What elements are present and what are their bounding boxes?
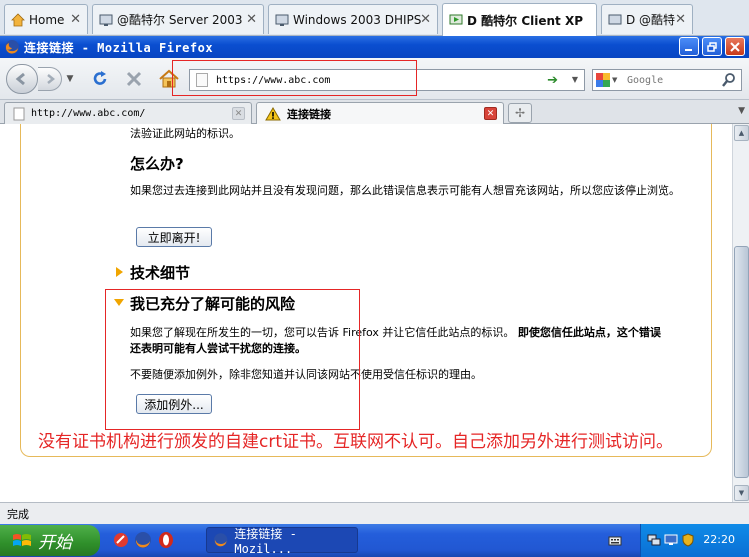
error-text-fragment: 法验证此网站的标识。 — [130, 127, 240, 140]
host-tab-more[interactable]: D @酷特 ✕ — [601, 4, 693, 34]
window-title: 连接链接 - Mozilla Firefox — [24, 40, 214, 55]
expand-arrow-icon[interactable] — [116, 267, 123, 277]
app-icon[interactable] — [112, 531, 130, 549]
tech-details-heading[interactable]: 技术细节 — [130, 262, 190, 283]
host-tab-server-2003[interactable]: @酷特尔 Server 2003 ✕ — [92, 4, 264, 34]
windows-logo-icon — [13, 533, 31, 546]
host-tab-label: D 酷特尔 Client XP — [467, 13, 583, 28]
search-icon[interactable] — [721, 72, 737, 88]
get-me-out-button[interactable]: 立即离开! — [136, 227, 212, 247]
chevron-down-icon[interactable]: ▼ — [572, 75, 578, 84]
taskbar: 开始 连接链接 - Mozil... 22:20 — [0, 524, 749, 557]
close-icon[interactable]: ✕ — [420, 12, 431, 27]
chevron-down-icon: ▼ — [612, 76, 618, 84]
keyboard-icon[interactable] — [608, 534, 622, 548]
opera-icon[interactable] — [157, 531, 175, 549]
system-tray: 22:20 — [640, 524, 749, 557]
reload-icon — [93, 71, 107, 85]
vm-play-icon — [449, 14, 463, 25]
scroll-up-icon[interactable]: ▲ — [734, 125, 749, 141]
window-titlebar: 连接链接 - Mozilla Firefox — [0, 36, 749, 58]
status-bar: 完成 — [0, 502, 749, 524]
close-tab-icon[interactable]: ✕ — [484, 107, 497, 120]
vm-icon — [99, 14, 113, 26]
annotation-text: 没有证书机构进行颁发的自建crt证书。互联网不认可。自己添加另外进行测试访问。 — [38, 432, 673, 452]
vm-icon — [608, 14, 622, 24]
close-window-button[interactable] — [725, 37, 745, 56]
back-button[interactable] — [6, 64, 38, 94]
vm-icon — [275, 14, 289, 26]
home-icon — [11, 12, 25, 26]
start-label: 开始 — [38, 533, 72, 553]
what-to-do-text: 如果您过去连接到此网站并且没有发现问题，那么此错误信息表示可能有人想冒充该网站，… — [130, 184, 680, 197]
annotation-box-url — [172, 60, 417, 96]
back-arrow-icon — [15, 72, 25, 86]
page-icon — [13, 107, 25, 120]
browser-tab-strip: http://www.abc.com/ ✕ 连接链接 ✕ ✢ ▼ — [0, 100, 749, 124]
plus-icon: ✢ — [514, 106, 526, 120]
reload-button[interactable] — [88, 66, 112, 92]
forward-arrow-icon — [46, 74, 55, 84]
security-shield-icon[interactable] — [681, 533, 695, 547]
stop-icon — [126, 71, 142, 87]
firefox-icon — [213, 533, 228, 547]
status-text: 完成 — [7, 507, 29, 521]
annotation-box-exception — [105, 289, 360, 430]
tab-label: http://www.abc.com/ — [31, 108, 146, 119]
clock: 22:20 — [703, 533, 735, 546]
google-icon — [596, 73, 610, 87]
scroll-down-icon[interactable]: ▼ — [734, 485, 749, 501]
vertical-scrollbar[interactable]: ▲ ▼ — [732, 124, 749, 502]
host-tab-strip: Home ✕ @酷特尔 Server 2003 ✕ Windows 2003 D… — [0, 0, 749, 36]
search-engine-selector[interactable]: ▼ — [593, 71, 621, 89]
minimize-button[interactable] — [679, 37, 699, 56]
firefox-icon[interactable] — [134, 531, 152, 549]
close-tab-icon[interactable]: ✕ — [232, 107, 245, 120]
tab-label: 连接链接 — [287, 107, 331, 121]
close-icon[interactable]: ✕ — [675, 12, 686, 27]
browser-tab-connection[interactable]: 连接链接 ✕ — [256, 102, 504, 124]
host-tab-label: @酷特尔 Server 2003 — [117, 13, 243, 27]
restore-icon — [707, 41, 717, 52]
search-box[interactable]: ▼ — [592, 69, 742, 91]
network-icon[interactable] — [647, 533, 661, 547]
forward-button[interactable] — [38, 67, 62, 91]
warning-icon — [265, 106, 281, 120]
display-icon[interactable] — [664, 533, 678, 547]
close-icon — [730, 41, 740, 52]
host-tab-windows-2003-dhips[interactable]: Windows 2003 DHIPS ✕ — [268, 4, 438, 34]
go-arrow-icon[interactable]: ➔ — [547, 73, 558, 88]
search-input[interactable] — [627, 74, 723, 86]
chevron-down-icon: ▼ — [66, 74, 74, 84]
host-tab-client-xp[interactable]: D 酷特尔 Client XP — [442, 3, 597, 36]
taskbar-item-label: 连接链接 - Mozil... — [234, 526, 297, 556]
browser-tab-abc[interactable]: http://www.abc.com/ ✕ — [4, 102, 252, 124]
close-icon[interactable]: ✕ — [70, 12, 81, 27]
maximize-button[interactable] — [702, 37, 722, 56]
scrollbar-thumb[interactable] — [734, 246, 749, 478]
start-button[interactable]: 开始 — [0, 525, 100, 556]
host-tab-label: Windows 2003 DHIPS — [293, 12, 422, 27]
history-dropdown[interactable]: ▼ — [63, 70, 77, 88]
what-to-do-heading: 怎么办? — [130, 155, 184, 173]
host-tab-home[interactable]: Home ✕ — [4, 4, 88, 34]
host-tab-label: Home — [29, 12, 65, 27]
new-tab-button[interactable]: ✢ — [508, 103, 532, 123]
host-tab-label: D @酷特 — [626, 13, 676, 27]
chevron-down-icon[interactable]: ▼ — [738, 106, 745, 116]
minimize-icon — [685, 48, 692, 51]
close-icon[interactable]: ✕ — [246, 12, 257, 27]
taskbar-item-firefox[interactable]: 连接链接 - Mozil... — [206, 526, 358, 556]
stop-button[interactable] — [122, 66, 146, 92]
firefox-icon — [5, 40, 19, 54]
